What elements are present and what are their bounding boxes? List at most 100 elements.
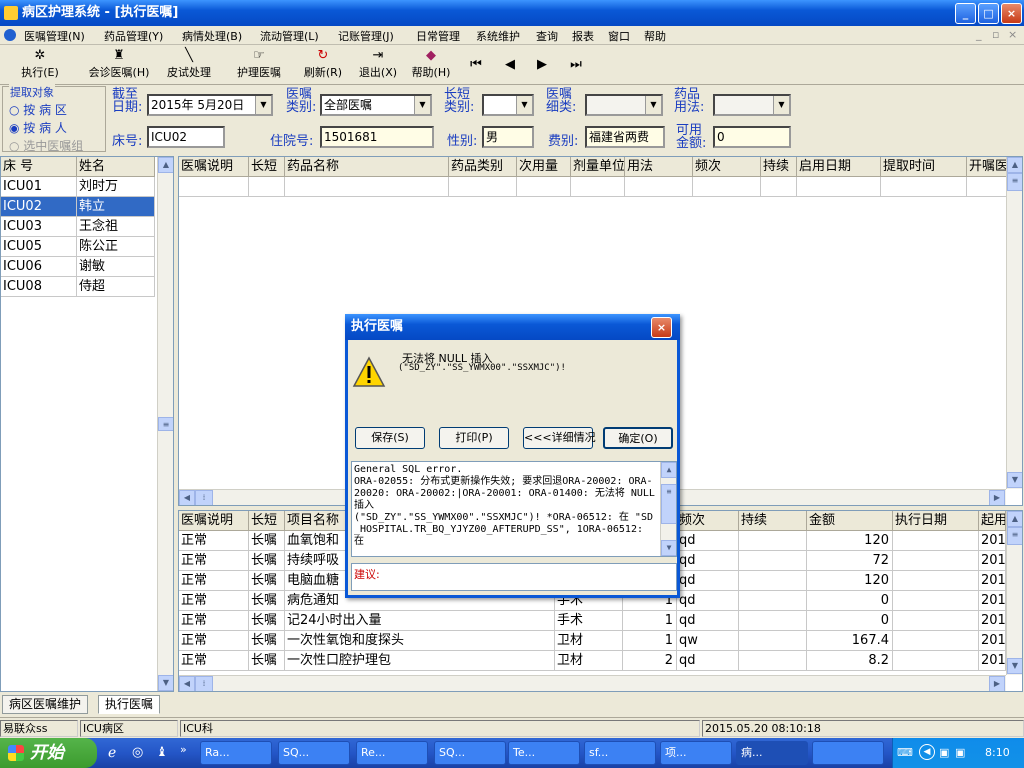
minimize-button[interactable]: _ (955, 3, 976, 24)
item-cell[interactable] (893, 571, 979, 591)
dialog-print-button[interactable]: 打印(P) (439, 427, 509, 449)
bed-number-field[interactable]: ICU02 (147, 126, 225, 148)
item-cell[interactable]: qd (677, 531, 739, 551)
item-cell[interactable]: 长嘱 (249, 651, 285, 671)
item-cell[interactable]: 手术 (555, 611, 623, 631)
item-cell[interactable] (739, 531, 807, 551)
item-cell[interactable]: 120 (807, 531, 893, 551)
item-cell[interactable]: 一次性氧饱和度探头 (285, 631, 555, 651)
item-cell[interactable]: 1 (623, 611, 677, 631)
item-cell[interactable] (893, 551, 979, 571)
patient-bed-cell[interactable]: ICU06 (1, 257, 77, 277)
patient-bed-cell[interactable]: ICU05 (1, 237, 77, 257)
scroll-up-icon[interactable]: ▲ (158, 157, 173, 173)
item-cell[interactable]: qd (677, 651, 739, 671)
patient-name-cell[interactable]: 谢敏 (77, 257, 155, 277)
item-column-header[interactable]: 金额 (807, 511, 893, 531)
item-cell[interactable]: qd (677, 551, 739, 571)
item-cell[interactable]: 正常 (179, 531, 249, 551)
item-cell[interactable] (893, 611, 979, 631)
menu-help[interactable]: 帮助 (644, 28, 666, 44)
item-cell[interactable] (739, 631, 807, 651)
maximize-button[interactable]: □ (978, 3, 999, 24)
item-column-header[interactable]: 起用 (979, 511, 1006, 531)
gender-field[interactable]: 男 (482, 126, 534, 148)
item-cell[interactable]: 长嘱 (249, 631, 285, 651)
taskbar-item[interactable]: Te... (508, 741, 580, 765)
item-cell[interactable]: 201 (979, 591, 1006, 611)
mdi-close-icon[interactable]: × (1008, 28, 1017, 41)
prev-record-button[interactable]: ◀ (502, 57, 518, 73)
taskbar-item[interactable]: Ra... (200, 741, 272, 765)
clock[interactable]: 8:10 (985, 746, 1010, 759)
item-cell[interactable]: 2 (623, 651, 677, 671)
item-column-header[interactable]: 长短 (249, 511, 285, 531)
patient-name-cell[interactable]: 陈公正 (77, 237, 155, 257)
suggestion-box[interactable]: 建议: (351, 563, 677, 591)
item-cell[interactable]: 正常 (179, 611, 249, 631)
column-header-name[interactable]: 姓名 (77, 157, 155, 177)
scroll-up-icon[interactable]: ▲ (1007, 511, 1022, 527)
patient-bed-cell[interactable]: ICU03 (1, 217, 77, 237)
chevron-down-icon[interactable]: ▼ (773, 96, 789, 114)
drug-column-header[interactable]: 频次 (693, 157, 761, 177)
menu-condition[interactable]: 病情处理(B) (182, 28, 242, 44)
patient-name-cell[interactable]: 刘时万 (77, 177, 155, 197)
item-column-header[interactable]: 频次 (677, 511, 739, 531)
patient-name-cell[interactable]: 侍超 (77, 277, 155, 297)
item-cell[interactable]: 201 (979, 611, 1006, 631)
item-cell[interactable]: 正常 (179, 651, 249, 671)
chevron-down-icon[interactable]: ▼ (414, 96, 430, 114)
item-cell[interactable]: 正常 (179, 631, 249, 651)
item-cell[interactable]: 长嘱 (249, 611, 285, 631)
menu-window[interactable]: 窗口 (608, 28, 630, 44)
item-cell[interactable]: 长嘱 (249, 571, 285, 591)
dialog-ok-button[interactable]: 确定(O) (603, 427, 673, 449)
close-button[interactable]: × (1001, 3, 1022, 24)
item-cell[interactable] (893, 591, 979, 611)
item-cell[interactable]: qw (677, 631, 739, 651)
item-cell[interactable]: 正常 (179, 591, 249, 611)
item-cell[interactable]: 167.4 (807, 631, 893, 651)
nursing-order-button[interactable]: ☞ 护理医嘱 (232, 48, 286, 80)
taskbar-item[interactable]: 项... (660, 741, 732, 765)
menu-system[interactable]: 系统维护 (476, 28, 520, 44)
item-cell[interactable]: qd (677, 571, 739, 591)
quicklaunch-icon[interactable]: ◎ (132, 745, 143, 760)
patient-bed-cell[interactable]: ICU08 (1, 277, 77, 297)
keyboard-icon[interactable]: ⌨ (897, 746, 913, 759)
quicklaunch-more-icon[interactable]: » (180, 743, 187, 756)
menu-query[interactable]: 查询 (536, 28, 558, 44)
scroll-thumb[interactable]: ⁞ (195, 676, 213, 691)
chevron-down-icon[interactable]: ▼ (645, 96, 661, 114)
cutoff-date-field[interactable]: 2015年 5月20日 ▼ (147, 94, 273, 116)
item-cell[interactable]: qd (677, 591, 739, 611)
item-cell[interactable]: 1 (623, 631, 677, 651)
item-cell[interactable]: 长嘱 (249, 531, 285, 551)
item-cell[interactable]: 一次性口腔护理包 (285, 651, 555, 671)
patient-bed-cell[interactable]: ICU02 (1, 197, 77, 217)
taskbar-item[interactable]: SQ... (278, 741, 350, 765)
start-button[interactable]: 开始 (0, 738, 97, 768)
item-cell[interactable]: 长嘱 (249, 551, 285, 571)
item-cell[interactable] (739, 571, 807, 591)
item-cell[interactable] (893, 531, 979, 551)
scroll-left-icon[interactable]: ◀ (179, 490, 195, 505)
item-cell[interactable] (893, 631, 979, 651)
item-cell[interactable]: 0 (807, 611, 893, 631)
dialog-close-button[interactable]: × (651, 317, 672, 338)
patient-name-cell[interactable]: 韩立 (77, 197, 155, 217)
item-cell[interactable]: 120 (807, 571, 893, 591)
checkbox-selected-group[interactable]: ○ 选中医嘱组 (9, 137, 83, 154)
item-vscroll[interactable]: ▲ ≡ ▼ (1006, 511, 1022, 675)
dialog-detail-button[interactable]: <<<详细情况 (523, 427, 596, 449)
menu-orders[interactable]: 医嘱管理(N) (24, 28, 85, 44)
patient-bed-cell[interactable]: ICU01 (1, 177, 77, 197)
patient-name-cell[interactable]: 王念祖 (77, 217, 155, 237)
first-record-button[interactable]: ⏮ (468, 57, 484, 73)
drug-column-header[interactable]: 长短 (249, 157, 285, 177)
long-short-select[interactable]: ▼ (482, 94, 534, 116)
item-cell[interactable] (739, 611, 807, 631)
item-cell[interactable] (739, 591, 807, 611)
scroll-up-icon[interactable]: ▲ (1007, 157, 1022, 173)
